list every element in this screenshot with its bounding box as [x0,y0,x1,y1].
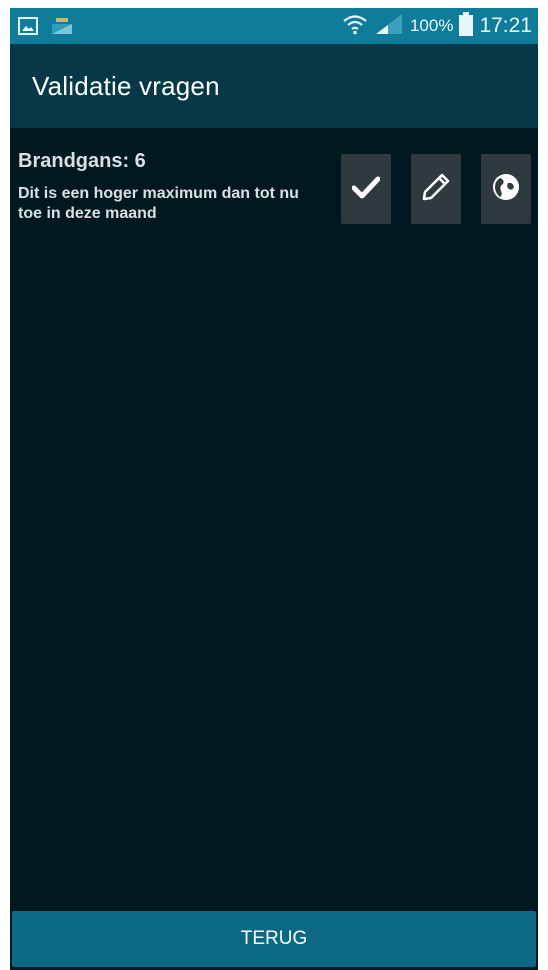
wifi-icon [342,12,368,41]
pencil-icon [421,172,451,207]
page-title: Validatie vragen [32,70,220,101]
app-screen: 100% 17:21 Validatie vragen Brandgans: 6… [10,8,538,970]
check-icon [351,175,381,204]
data-saver-icon [50,16,74,41]
gallery-icon [18,16,38,41]
signal-icon [374,12,404,41]
battery-icon [459,11,474,41]
back-button[interactable]: TERUG [12,911,536,967]
clock: 17:21 [479,14,532,37]
validation-list: Brandgans: 6 Dit is een hoger maximum da… [10,128,538,910]
globe-icon [491,172,521,207]
status-left-icons [18,16,74,41]
app-bar: Validatie vragen [10,44,538,128]
edit-button[interactable] [411,154,461,224]
battery-percent: 100% [409,16,454,35]
approve-button[interactable] [341,154,391,224]
map-button[interactable] [481,154,531,224]
status-right-icons: 100% 17:21 [342,8,538,44]
back-button-label: TERUG [240,928,308,949]
item-description: Dit is een hoger maximum dan tot nu toe … [18,185,299,222]
status-bar: 100% 17:21 [10,8,538,44]
item-title: Brandgans: 6 [18,150,146,172]
